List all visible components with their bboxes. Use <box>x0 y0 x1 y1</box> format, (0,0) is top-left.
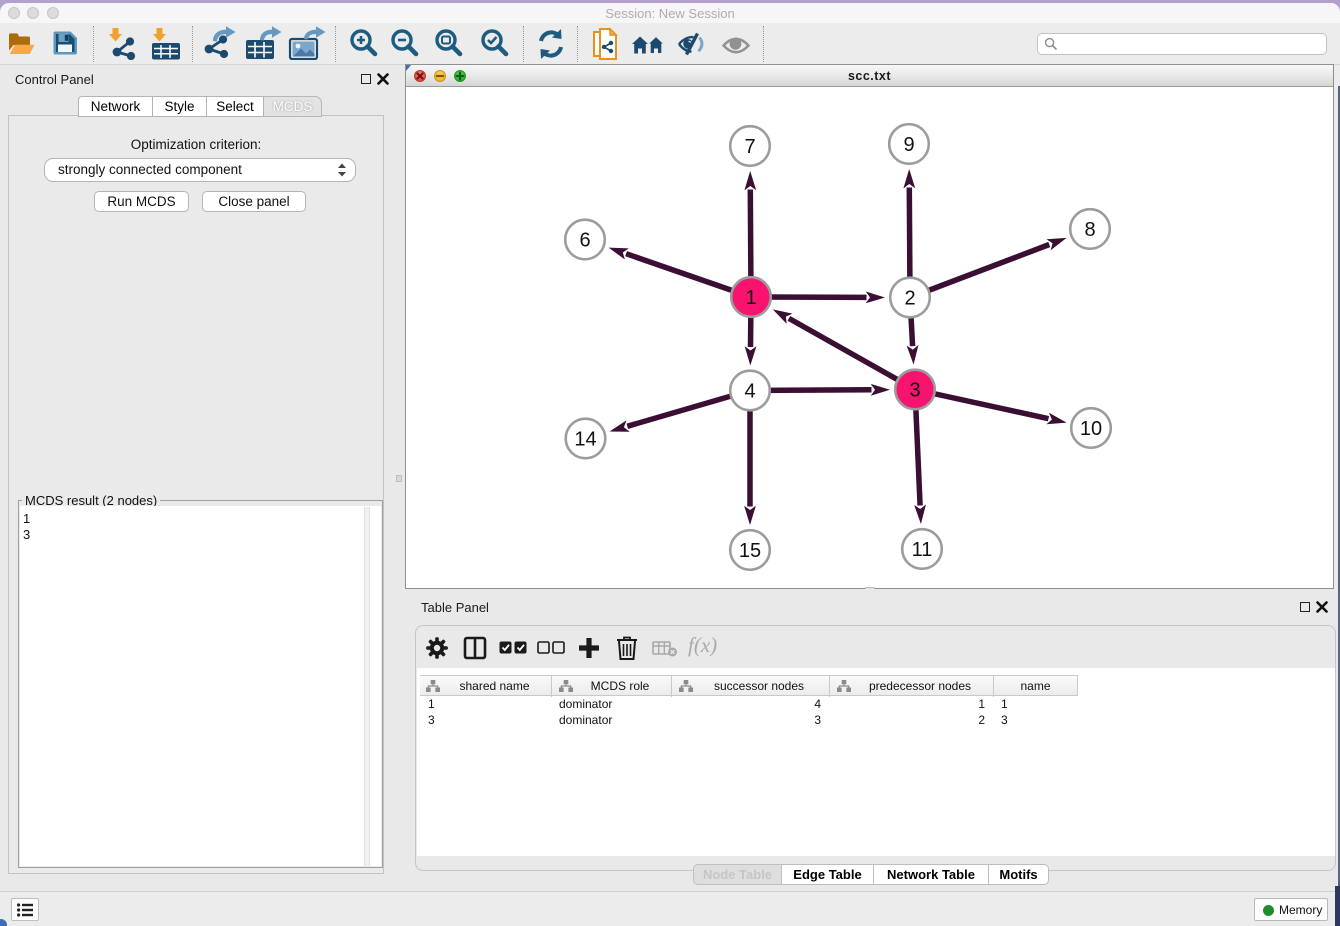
svg-text:15: 15 <box>739 540 761 562</box>
svg-text:14: 14 <box>574 429 596 451</box>
svg-text:10: 10 <box>1080 418 1102 440</box>
svg-text:3: 3 <box>909 380 920 402</box>
svg-text:9: 9 <box>903 134 914 156</box>
svg-text:6: 6 <box>579 230 590 252</box>
svg-text:11: 11 <box>912 539 933 561</box>
svg-text:4: 4 <box>744 381 755 403</box>
svg-text:8: 8 <box>1084 219 1095 241</box>
svg-text:2: 2 <box>904 288 915 310</box>
svg-text:1: 1 <box>745 287 756 309</box>
svg-text:7: 7 <box>744 136 755 158</box>
